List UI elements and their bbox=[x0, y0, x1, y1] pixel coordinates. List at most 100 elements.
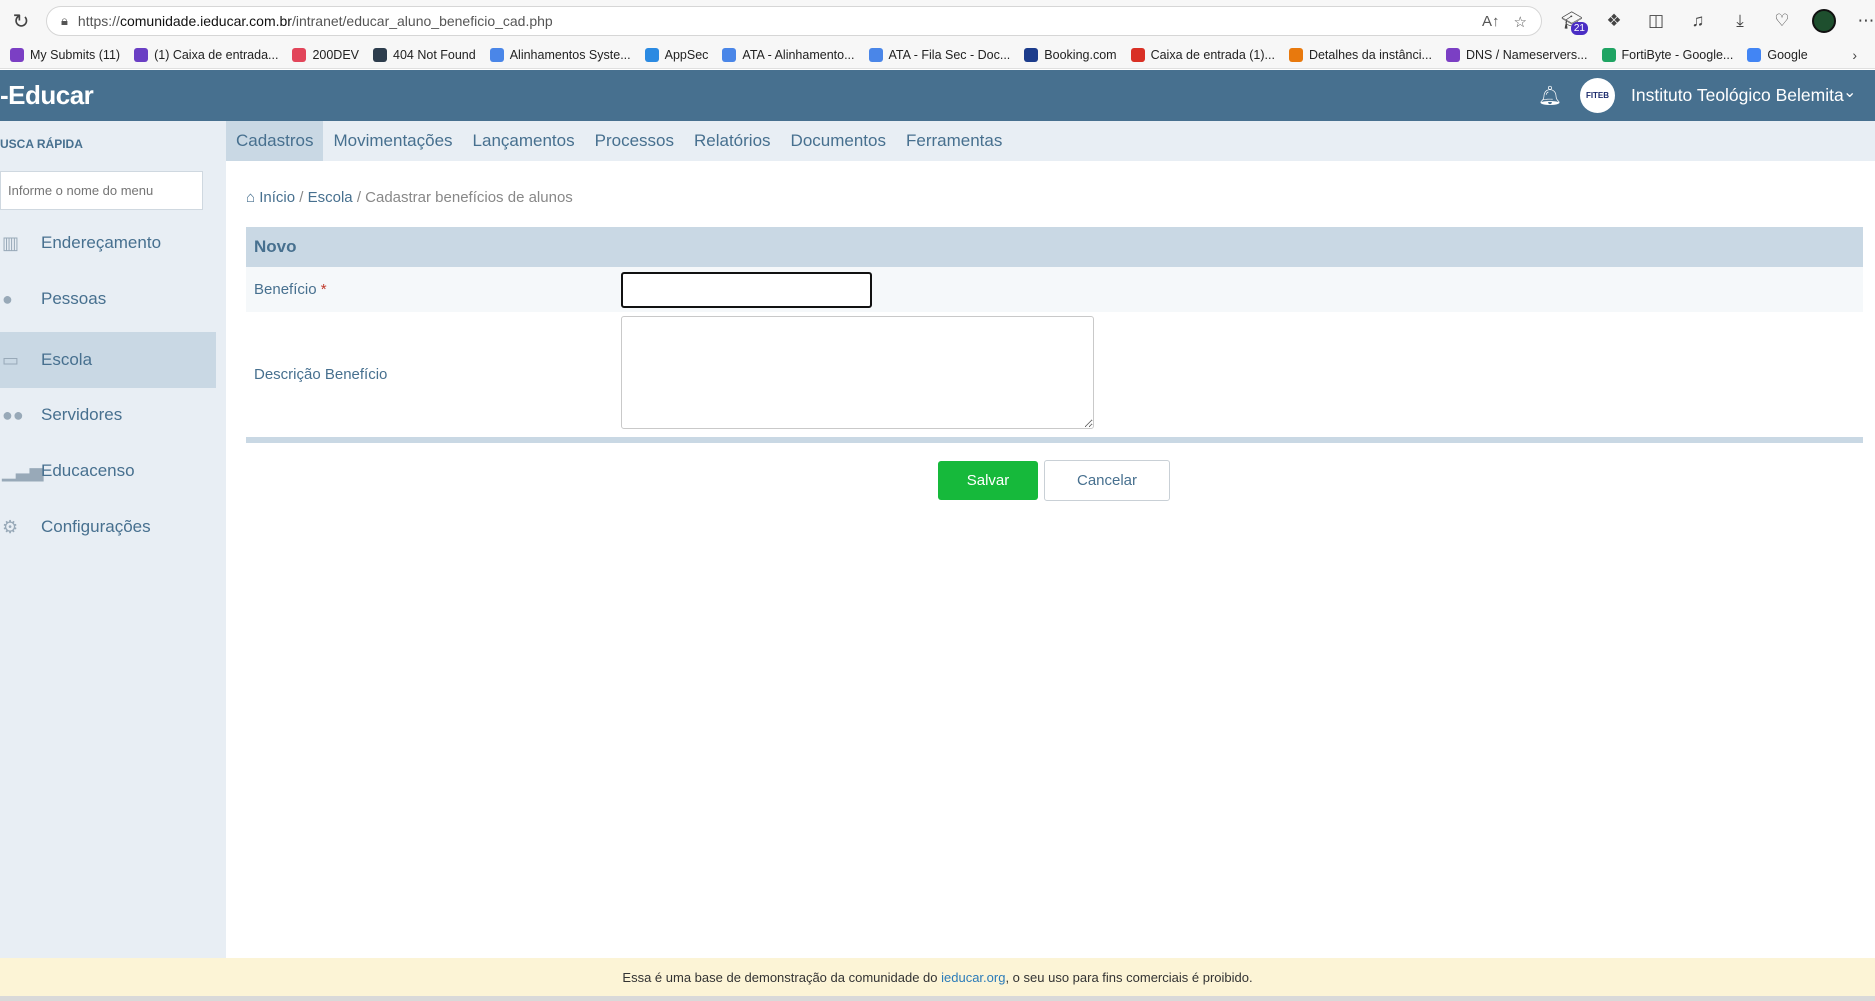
bookmark-favicon-icon bbox=[1130, 48, 1145, 62]
health-icon[interactable]: ♡ bbox=[1768, 7, 1796, 35]
home-icon[interactable]: ⌂ bbox=[246, 189, 255, 206]
sidebar-item-label: Servidores bbox=[41, 405, 123, 424]
bookmark-label: ATA - Alinhamento... bbox=[742, 48, 855, 62]
cancel-button[interactable]: Cancelar bbox=[1044, 460, 1170, 501]
breadcrumb-separator: / bbox=[299, 189, 304, 206]
profile-icon[interactable] bbox=[1810, 7, 1838, 35]
app-header: -Educar 🔔︎ FITEB Instituto Teológico Bel… bbox=[0, 70, 1875, 121]
notice-text-after: , o seu uso para fins comerciais é proib… bbox=[1005, 969, 1253, 985]
bar-chart-icon: ▁▃▅ bbox=[2, 460, 44, 481]
bookmark-item[interactable]: Detalhes da instânci... bbox=[1288, 48, 1432, 62]
bookmark-item[interactable]: DNS / Nameservers... bbox=[1445, 48, 1588, 62]
split-screen-icon[interactable]: ◫ bbox=[1642, 7, 1670, 35]
bookmark-item[interactable]: ATA - Alinhamento... bbox=[722, 48, 855, 62]
sidebar-item-escola[interactable]: ▭ Escola bbox=[0, 332, 216, 388]
sidebar-item-label: Escola bbox=[41, 350, 93, 369]
form-divider bbox=[246, 437, 1863, 443]
breadcrumb-current: Cadastrar benefícios de alunos bbox=[365, 189, 573, 206]
demo-notice: Essa é uma base de demonstração da comun… bbox=[0, 958, 1875, 996]
bookmarks-overflow-icon[interactable]: › bbox=[1852, 47, 1857, 63]
nav-processos[interactable]: Processos bbox=[585, 121, 684, 161]
browser-toolbar: ↻ 🔒︎ https://comunidade.ieducar.com.br/i… bbox=[0, 0, 1875, 42]
more-menu-icon[interactable]: ⋯ bbox=[1852, 7, 1875, 35]
graduation-extension-icon[interactable]: 🎓︎ 21 bbox=[1558, 7, 1588, 35]
bookmarks-bar: My Submits (11) (1) Caixa de entrada... 20… bbox=[0, 42, 1875, 69]
person-icon: ● bbox=[2, 288, 13, 309]
bookmark-label: FortiByte - Google... bbox=[1621, 48, 1734, 62]
menu-search-input[interactable] bbox=[0, 171, 203, 210]
url-path: /intranet/educar_aluno_beneficio_cad.php bbox=[291, 13, 553, 29]
sidebar-item-label: Endereçamento bbox=[41, 233, 162, 252]
sidebar-item-servidores[interactable]: ●● Servidores bbox=[0, 387, 216, 443]
favorite-star-icon[interactable]: ☆ bbox=[1514, 13, 1527, 31]
beneficio-label: Benefício * bbox=[254, 281, 327, 298]
extension-badge: 21 bbox=[1570, 22, 1588, 35]
sidebar-item-enderecamento[interactable]: ▥ Endereçamento bbox=[0, 215, 216, 271]
nav-cadastros[interactable]: Cadastros bbox=[226, 121, 324, 161]
chevron-down-icon[interactable]: ⌄ bbox=[1843, 82, 1856, 102]
bookmark-item[interactable]: (1) Caixa de entrada... bbox=[134, 48, 278, 62]
bookmark-label: AppSec bbox=[664, 48, 709, 62]
bookmark-label: My Submits (11) bbox=[30, 48, 121, 62]
save-button[interactable]: Salvar bbox=[938, 461, 1038, 500]
bookmark-favicon-icon bbox=[1445, 48, 1460, 62]
institution-name[interactable]: Instituto Teológico Belemita bbox=[1631, 85, 1844, 106]
nav-lancamentos[interactable]: Lançamentos bbox=[463, 121, 585, 161]
sidebar-item-educacenso[interactable]: ▁▃▅ Educacenso bbox=[0, 443, 216, 499]
site-info-icon[interactable]: 🔒︎ bbox=[61, 13, 68, 29]
sidebar-item-pessoas[interactable]: ● Pessoas bbox=[0, 271, 216, 327]
nav-documentos[interactable]: Documentos bbox=[781, 121, 896, 161]
notice-text-before: Essa é uma base de demonstração da comun… bbox=[622, 969, 938, 985]
read-aloud-icon[interactable]: A↑ bbox=[1482, 13, 1500, 31]
bookmark-label: Detalhes da instânci... bbox=[1308, 48, 1432, 62]
bookmark-favicon-icon bbox=[1601, 48, 1616, 62]
bookmark-favicon-icon bbox=[1288, 48, 1303, 62]
bookmark-item[interactable]: Caixa de entrada (1)... bbox=[1130, 48, 1275, 62]
reload-icon[interactable]: ↻ bbox=[0, 0, 42, 42]
beneficio-input[interactable] bbox=[621, 272, 872, 308]
ieducar-link[interactable]: ieducar.org bbox=[941, 970, 1005, 985]
nav-ferramentas[interactable]: Ferramentas bbox=[896, 121, 1012, 161]
required-marker: * bbox=[320, 281, 327, 298]
sidebar-item-label: Pessoas bbox=[41, 289, 107, 308]
app-logo[interactable]: -Educar bbox=[0, 80, 94, 111]
bookmark-label: Google bbox=[1767, 48, 1808, 62]
nav-movimentacoes[interactable]: Movimentações bbox=[323, 121, 462, 161]
sidebar-item-configuracoes[interactable]: ⚙︎ Configurações bbox=[0, 499, 216, 555]
favorites-icon[interactable]: ♫ bbox=[1684, 7, 1712, 35]
url-host: comunidade.ieducar.com.br bbox=[119, 13, 292, 29]
bookmark-item[interactable]: AppSec bbox=[644, 48, 709, 62]
gear-icon: ⚙︎ bbox=[2, 516, 19, 537]
bookmark-label: (1) Caixa de entrada... bbox=[154, 48, 279, 62]
sidebar: USCA RÁPIDA ▥ Endereçamento ● Pessoas ▭ … bbox=[0, 121, 226, 958]
bookmark-label: Caixa de entrada (1)... bbox=[1150, 48, 1275, 62]
bookmark-label: 404 Not Found bbox=[393, 48, 476, 62]
breadcrumb-home[interactable]: Início bbox=[259, 189, 295, 206]
bookmark-item[interactable]: My Submits (11) bbox=[10, 48, 120, 62]
bookmark-item[interactable]: 404 Not Found bbox=[373, 48, 476, 62]
bookmark-label: ATA - Fila Sec - Doc... bbox=[888, 48, 1011, 62]
avatar[interactable]: FITEB bbox=[1580, 78, 1615, 113]
bookmark-item[interactable]: Alinhamentos Syste... bbox=[489, 48, 631, 62]
nav-relatorios[interactable]: Relatórios bbox=[684, 121, 781, 161]
address-bar[interactable]: 🔒︎ https://comunidade.ieducar.com.br/int… bbox=[46, 6, 1542, 36]
descricao-textarea[interactable] bbox=[621, 316, 1094, 429]
bookmark-item[interactable]: 200DEV bbox=[292, 48, 359, 62]
bookmark-item[interactable]: Booking.com bbox=[1024, 48, 1117, 62]
bookmark-item[interactable]: Google bbox=[1747, 48, 1808, 62]
breadcrumb-escola[interactable]: Escola bbox=[308, 189, 353, 206]
download-icon[interactable]: ⤓ bbox=[1726, 7, 1754, 35]
breadcrumb-separator: / bbox=[356, 189, 361, 206]
users-icon: ●● bbox=[2, 404, 24, 425]
bookmark-item[interactable]: ATA - Fila Sec - Doc... bbox=[868, 48, 1011, 62]
bell-icon[interactable]: 🔔︎ bbox=[1538, 84, 1562, 108]
bookmark-favicon-icon bbox=[644, 48, 659, 62]
bookmark-favicon-icon bbox=[868, 48, 883, 62]
bookmark-favicon-icon bbox=[10, 48, 24, 62]
sidebar-item-label: Configurações bbox=[41, 517, 151, 536]
extensions-puzzle-icon[interactable]: ❖ bbox=[1600, 7, 1628, 35]
url-scheme: https:// bbox=[77, 13, 120, 29]
bookmark-favicon-icon bbox=[134, 48, 149, 62]
bookmark-item[interactable]: FortiByte - Google... bbox=[1601, 48, 1734, 62]
beneficio-row bbox=[246, 267, 1863, 312]
